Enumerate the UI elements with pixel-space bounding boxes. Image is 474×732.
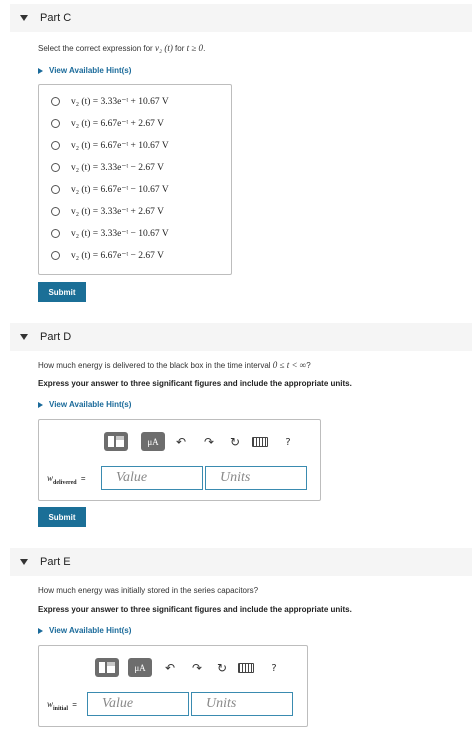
- radio-button[interactable]: [51, 119, 60, 128]
- hint-label: View Available Hint(s): [49, 66, 132, 75]
- help-button[interactable]: ?: [281, 434, 295, 450]
- part-d-submit-button[interactable]: Submit: [38, 507, 86, 527]
- value-input[interactable]: Value: [101, 466, 203, 490]
- choices-box: v₂ (t) = 3.33e⁻ᵗ + 10.67 V v₂ (t) = 6.67…: [38, 84, 232, 275]
- choice-label: v₂ (t) = 3.33e⁻ᵗ + 2.67 V: [71, 207, 164, 217]
- radio-button[interactable]: [51, 185, 60, 194]
- question-interval: 0 ≤ t < ∞: [272, 360, 307, 370]
- choice-8[interactable]: v₂ (t) = 6.67e⁻ᵗ − 2.67 V: [51, 250, 164, 261]
- prompt-text: Select the correct expression for: [38, 44, 155, 53]
- part-d-instruction: Express your answer to three significant…: [38, 379, 352, 388]
- collapse-triangle-icon: [20, 559, 28, 565]
- choice-7[interactable]: v₂ (t) = 3.33e⁻ᵗ − 10.67 V: [51, 228, 169, 239]
- reset-icon[interactable]: ↻: [227, 434, 243, 450]
- part-e-title: Part E: [40, 556, 71, 568]
- question-text: ?: [306, 361, 311, 370]
- redo-icon[interactable]: ↷: [189, 660, 205, 676]
- part-e-header[interactable]: Part E: [10, 548, 472, 576]
- choice-label: v₂ (t) = 3.33e⁻ᵗ + 10.67 V: [71, 97, 169, 107]
- units-symbol-button[interactable]: μA: [141, 432, 165, 451]
- choice-3[interactable]: v₂ (t) = 6.67e⁻ᵗ + 10.67 V: [51, 140, 169, 151]
- choice-label: v₂ (t) = 6.67e⁻ᵗ + 2.67 V: [71, 119, 164, 129]
- part-d-header[interactable]: Part D: [10, 323, 472, 351]
- part-d-answer-box: μA ↶ ↷ ↻ ? wdelivered = Value Units: [38, 419, 321, 501]
- part-c-title: Part C: [40, 12, 72, 24]
- equals-sign: =: [72, 700, 77, 709]
- redo-icon[interactable]: ↷: [201, 434, 217, 450]
- part-e-question: How much energy was initially stored in …: [38, 586, 259, 595]
- help-button[interactable]: ?: [267, 660, 281, 676]
- choice-label: v₂ (t) = 6.67e⁻ᵗ + 10.67 V: [71, 141, 169, 151]
- template-icon: [99, 662, 105, 673]
- choice-6[interactable]: v₂ (t) = 3.33e⁻ᵗ + 2.67 V: [51, 206, 164, 217]
- choice-5[interactable]: v₂ (t) = 6.67e⁻ᵗ − 10.67 V: [51, 184, 169, 195]
- hint-label: View Available Hint(s): [49, 400, 132, 409]
- choice-label: v₂ (t) = 3.33e⁻ᵗ − 10.67 V: [71, 229, 169, 239]
- part-e-hint-link[interactable]: View Available Hint(s): [38, 626, 131, 635]
- templates-button[interactable]: [95, 658, 119, 677]
- keyboard-icon: [238, 663, 254, 673]
- units-symbol-button[interactable]: μA: [128, 658, 152, 677]
- keyboard-icon[interactable]: [252, 434, 268, 450]
- hint-label: View Available Hint(s): [49, 626, 132, 635]
- reset-icon[interactable]: ↻: [214, 660, 230, 676]
- template-icon: [107, 662, 115, 666]
- equals-sign: =: [80, 474, 86, 483]
- triangle-right-icon: [38, 67, 43, 74]
- variable-label: wdelivered =: [47, 473, 86, 486]
- template-icon: [108, 436, 114, 447]
- radio-button[interactable]: [51, 141, 60, 150]
- value-input[interactable]: Value: [87, 692, 189, 716]
- undo-icon[interactable]: ↶: [173, 434, 189, 450]
- part-e-instruction: Express your answer to three significant…: [38, 605, 352, 614]
- prompt-condition: t ≥ 0: [186, 43, 204, 53]
- variable-label: winitial =: [47, 699, 77, 712]
- choice-label: v₂ (t) = 3.33e⁻ᵗ − 2.67 V: [71, 163, 164, 173]
- radio-button[interactable]: [51, 229, 60, 238]
- radio-button[interactable]: [51, 251, 60, 260]
- part-c-hint-link[interactable]: View Available Hint(s): [38, 66, 131, 75]
- radio-button[interactable]: [51, 163, 60, 172]
- template-icon: [116, 436, 124, 440]
- keyboard-icon[interactable]: [238, 660, 254, 676]
- variable-subscript: initial: [53, 705, 69, 712]
- prompt-text: .: [203, 44, 206, 53]
- prompt-text: for: [172, 44, 187, 53]
- radio-button[interactable]: [51, 97, 60, 106]
- choice-4[interactable]: v₂ (t) = 3.33e⁻ᵗ − 2.67 V: [51, 162, 164, 173]
- triangle-right-icon: [38, 627, 43, 634]
- choice-2[interactable]: v₂ (t) = 6.67e⁻ᵗ + 2.67 V: [51, 118, 164, 129]
- part-d-question: How much energy is delivered to the blac…: [38, 360, 311, 370]
- triangle-right-icon: [38, 401, 43, 408]
- prompt-variable: v₂ (t): [154, 43, 173, 53]
- part-d-title: Part D: [40, 331, 72, 343]
- choice-label: v₂ (t) = 6.67e⁻ᵗ − 10.67 V: [71, 185, 169, 195]
- part-c-prompt: Select the correct expression for v₂ (t)…: [38, 43, 205, 53]
- part-d-hint-link[interactable]: View Available Hint(s): [38, 400, 131, 409]
- keyboard-icon: [252, 437, 268, 447]
- undo-icon[interactable]: ↶: [162, 660, 178, 676]
- radio-button[interactable]: [51, 207, 60, 216]
- question-text: How much energy is delivered to the blac…: [38, 361, 273, 370]
- collapse-triangle-icon: [20, 15, 28, 21]
- units-input[interactable]: Units: [205, 466, 307, 490]
- collapse-triangle-icon: [20, 334, 28, 340]
- units-input[interactable]: Units: [191, 692, 293, 716]
- templates-button[interactable]: [104, 432, 128, 451]
- choice-label: v₂ (t) = 6.67e⁻ᵗ − 2.67 V: [71, 251, 164, 261]
- part-c-submit-button[interactable]: Submit: [38, 282, 86, 302]
- choice-1[interactable]: v₂ (t) = 3.33e⁻ᵗ + 10.67 V: [51, 96, 169, 107]
- variable-subscript: delivered: [53, 479, 77, 486]
- part-c-header[interactable]: Part C: [10, 4, 472, 32]
- part-e-answer-box: μA ↶ ↷ ↻ ? winitial = Value Units: [38, 645, 308, 727]
